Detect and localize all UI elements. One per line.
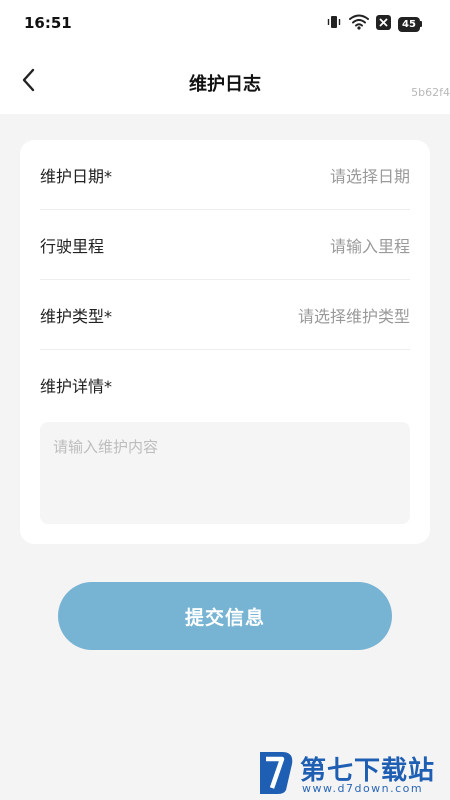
mileage-label: 行驶里程: [40, 236, 105, 256]
page-title: 维护日志: [189, 74, 261, 95]
status-icons: 45: [326, 14, 422, 34]
watermark-url: www.d7down.com: [302, 782, 424, 795]
maintenance-type-field[interactable]: 维护类型* 请选择维护类型: [40, 280, 410, 350]
mileage-field[interactable]: 行驶里程 请输入里程: [40, 210, 410, 280]
wifi-icon: [349, 14, 369, 34]
maintenance-date-label: 维护日期*: [40, 166, 113, 186]
submit-button[interactable]: 提交信息: [58, 582, 392, 650]
debug-id: 5b62f4: [411, 86, 450, 99]
status-time: 16:51: [24, 14, 72, 32]
form-card: 维护日期* 请选择日期 行驶里程 请输入里程 维护类型* 请选择维护类型 维护详…: [20, 140, 430, 544]
maintenance-date-field[interactable]: 维护日期* 请选择日期: [40, 140, 410, 210]
maintenance-date-placeholder: 请选择日期: [329, 166, 410, 186]
maintenance-type-placeholder: 请选择维护类型: [297, 306, 410, 326]
status-bar: 16:51 45: [0, 0, 450, 50]
nav-bar: 维护日志 5b62f4: [0, 50, 450, 114]
maintenance-details-label: 维护详情*: [40, 377, 113, 396]
close-box-icon: [376, 14, 391, 34]
watermark: 第七下载站 www.d7down.com: [256, 748, 446, 798]
maintenance-details-input[interactable]: [40, 422, 410, 524]
mileage-placeholder: 请输入里程: [329, 236, 410, 256]
maintenance-type-label: 维护类型*: [40, 306, 113, 326]
watermark-logo-icon: [256, 750, 296, 800]
battery-level: 45: [398, 16, 420, 32]
vibrate-icon: [326, 14, 342, 34]
battery-icon: 45: [398, 16, 422, 32]
